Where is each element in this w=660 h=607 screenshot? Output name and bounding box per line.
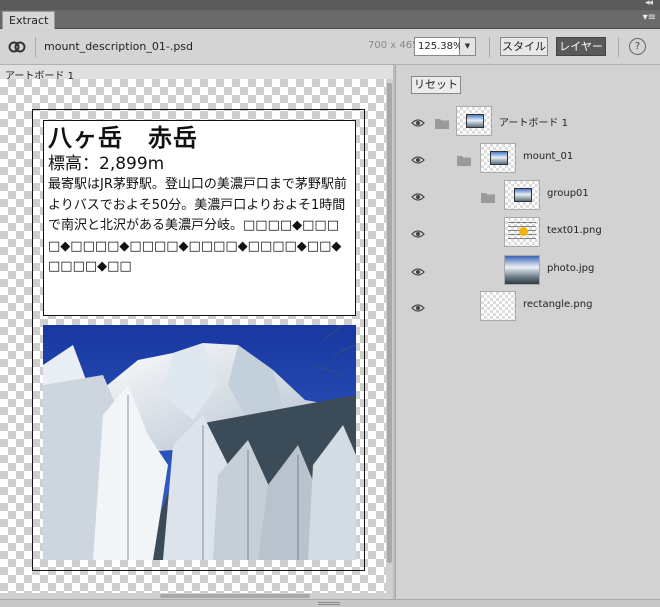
layer-button[interactable]: レイヤー (556, 37, 606, 56)
eye-icon[interactable] (411, 229, 425, 239)
folder-icon[interactable] (435, 118, 449, 129)
layer-name: text01.png (547, 225, 602, 236)
preview-elevation: 標高：2,899m (48, 154, 165, 174)
layer-name: group01 (547, 188, 589, 199)
scroll-thumb[interactable] (387, 83, 392, 563)
layers-panel: リセット アートボード 1 mount_01 group01 text01.pn… (395, 65, 660, 599)
canvas-panel: アートボード 1 八ヶ岳 赤岳 標高：2,899m 最寄駅はJR茅野駅。登山口の… (0, 65, 393, 599)
layer-row-photo[interactable]: photo.jpg (396, 255, 660, 287)
eye-icon[interactable] (411, 118, 425, 128)
toolbar-separator (489, 37, 490, 57)
collapse-panel-icon[interactable]: ◂◂ (645, 0, 653, 8)
layer-name: rectangle.png (523, 299, 593, 310)
tab-extract[interactable]: Extract (2, 11, 56, 29)
folder-icon[interactable] (457, 155, 471, 166)
help-icon[interactable]: ? (629, 38, 646, 55)
panel-tab-bar: Extract ▾≡ (0, 10, 660, 29)
document-dimensions: 700 x 465 (368, 40, 419, 51)
layer-row-mount-01[interactable]: mount_01 (396, 143, 660, 175)
panel-resize-bar[interactable] (0, 599, 660, 607)
toolbar-separator (35, 37, 36, 57)
layer-row-text01[interactable]: text01.png (396, 217, 660, 249)
creative-cloud-icon[interactable] (8, 38, 26, 56)
folder-icon[interactable] (481, 192, 495, 203)
eye-icon[interactable] (411, 267, 425, 277)
cursor-highlight-icon (519, 227, 528, 236)
preview-body: 最寄駅はJR茅野駅。登山口の美濃戸口まで茅野駅前よりバスでおよそ50分。美濃戸口… (48, 177, 347, 274)
panel-top-strip: ◂◂ (0, 0, 660, 10)
layer-thumbnail (456, 106, 492, 136)
snowy-mountain-photo (43, 325, 356, 560)
layer-row-group01[interactable]: group01 (396, 180, 660, 212)
panel-menu-icon[interactable]: ▾≡ (643, 12, 656, 23)
layer-thumbnail (504, 255, 540, 285)
zoom-input[interactable]: 125.38% (414, 37, 463, 56)
layer-name: アートボード 1 (499, 118, 568, 129)
layer-thumbnail (504, 180, 540, 210)
photo-layer-preview[interactable] (43, 325, 356, 560)
eye-icon[interactable] (411, 192, 425, 202)
layer-thumbnail (480, 291, 516, 321)
layer-name: photo.jpg (547, 263, 595, 274)
toolbar: mount_description_01-.psd 700 x 465 125.… (0, 29, 660, 65)
reset-button[interactable]: リセット (411, 76, 461, 94)
canvas-vertical-scrollbar[interactable] (386, 79, 393, 593)
eye-icon[interactable] (411, 303, 425, 313)
resize-grip-icon[interactable] (318, 602, 340, 605)
scroll-thumb[interactable] (160, 594, 310, 598)
file-name: mount_description_01-.psd (44, 40, 194, 53)
layer-row-rectangle[interactable]: rectangle.png (396, 291, 660, 323)
toolbar-separator (618, 37, 619, 57)
eye-icon[interactable] (411, 155, 425, 165)
style-button[interactable]: スタイル (500, 37, 548, 56)
layer-thumbnail (480, 143, 516, 173)
text-layer-preview[interactable]: 八ヶ岳 赤岳 標高：2,899m 最寄駅はJR茅野駅。登山口の美濃戸口まで茅野駅… (43, 120, 356, 316)
layer-thumbnail (504, 217, 540, 247)
artboard[interactable]: 八ヶ岳 赤岳 標高：2,899m 最寄駅はJR茅野駅。登山口の美濃戸口まで茅野駅… (32, 109, 365, 571)
preview-title: 八ヶ岳 赤岳 (48, 124, 198, 152)
layer-row-artboard-1[interactable]: アートボード 1 (396, 106, 660, 138)
layer-name: mount_01 (523, 151, 574, 162)
zoom-dropdown-button[interactable]: ▼ (460, 37, 476, 56)
